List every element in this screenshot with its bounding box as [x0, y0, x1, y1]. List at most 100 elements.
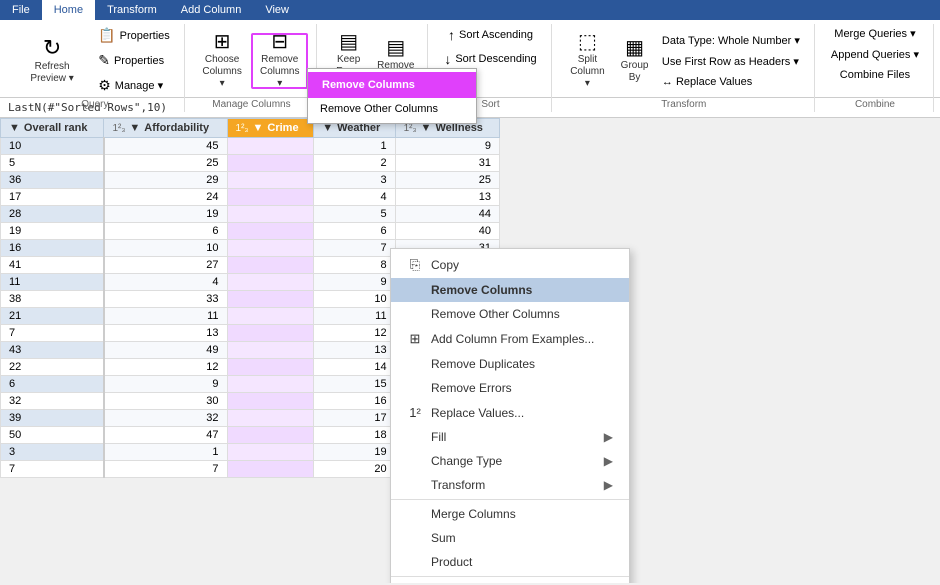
choose-columns-icon: ⊞	[214, 32, 231, 52]
manage-columns-buttons: ⊞ ChooseColumns ▾ ⊟ RemoveColumns ▾	[195, 24, 308, 97]
ribbon-tabs: File Home Transform Add Column View	[0, 0, 940, 20]
sort-asc-label: Sort Ascending	[459, 29, 533, 41]
table-row: 1724413	[1, 189, 500, 206]
properties-button[interactable]: 📋 Properties	[92, 24, 176, 47]
sort-desc-icon: ↓	[444, 51, 451, 67]
tab-home[interactable]: Home	[42, 0, 95, 20]
data-cell: 25	[395, 172, 499, 189]
col-crime-label: Crime	[267, 122, 298, 134]
properties-icon: 📋	[98, 27, 115, 44]
combine-buttons: Merge Queries ▾ Append Queries ▾ Combine…	[825, 24, 925, 97]
remove_cols-label: Remove Columns	[431, 283, 532, 297]
dropdown-remove-other-columns[interactable]: Remove Other Columns	[308, 98, 476, 120]
data-cell: 5	[314, 206, 395, 223]
ctx-item-remove_cols[interactable]: Remove Columns	[391, 278, 629, 302]
sort-asc-button[interactable]: ↑ Sort Ascending	[442, 24, 539, 46]
refresh-label: Refresh Preview ▾	[21, 61, 83, 85]
merge_cols-label: Merge Columns	[431, 507, 516, 521]
ctx-item-change_type[interactable]: Change Type▶	[391, 449, 629, 473]
ctx-item-merge_cols[interactable]: Merge Columns	[391, 499, 629, 526]
ctx-item-remove_dups[interactable]: Remove Duplicates	[391, 352, 629, 376]
append-queries-button[interactable]: Append Queries ▾	[825, 45, 925, 64]
ctx-item-copy[interactable]: ⎘Copy	[391, 252, 629, 278]
sort-desc-label: Sort Descending	[455, 53, 536, 65]
refresh-preview-button[interactable]: ↻ Refresh Preview ▾	[14, 33, 90, 89]
table-row: 525231	[1, 155, 500, 172]
data-cell: 12	[314, 325, 395, 342]
data-cell: 7	[314, 240, 395, 257]
table-row: 2819544	[1, 206, 500, 223]
data-cell	[227, 461, 314, 478]
ctx-item-transform[interactable]: Transform▶	[391, 473, 629, 497]
col-header-affordability[interactable]: 1²₃ ▼ Affordability	[104, 119, 227, 138]
rank-cell: 38	[1, 291, 104, 308]
group-by-label: GroupBy	[621, 60, 649, 84]
transform-buttons: ⬚ SplitColumn ▾ ▦ GroupBy Data Type: Who…	[562, 24, 806, 97]
ctx-item-remove_errors[interactable]: Remove Errors	[391, 376, 629, 400]
add_col_examples-label: Add Column From Examples...	[431, 332, 594, 346]
col-crime-type: 1²₃	[236, 123, 249, 134]
data-cell: 47	[104, 427, 227, 444]
data-cell: 33	[104, 291, 227, 308]
col-overall-rank-filter-icon[interactable]: ▼	[9, 122, 20, 134]
tab-view[interactable]: View	[253, 0, 301, 20]
dropdown-remove-columns[interactable]: Remove Columns	[308, 72, 476, 98]
manage-columns-group-label: Manage Columns	[212, 97, 290, 112]
first-row-headers-label: Use First Row as Headers ▾	[662, 55, 799, 68]
replace-values-button[interactable]: ↔ Replace Values	[656, 73, 806, 91]
fill-arrow: ▶	[604, 430, 613, 444]
rank-cell: 36	[1, 172, 104, 189]
col-affordability-filter-icon[interactable]: ▼	[129, 122, 140, 134]
data-cell: 25	[104, 155, 227, 172]
choose-columns-button[interactable]: ⊞ ChooseColumns ▾	[195, 33, 250, 89]
split-column-button[interactable]: ⬚ SplitColumn ▾	[562, 33, 614, 89]
ctx-item-sum[interactable]: Sum	[391, 526, 629, 550]
data-cell: 13	[314, 342, 395, 359]
tab-transform[interactable]: Transform	[95, 0, 169, 20]
sort-group-label: Sort	[481, 97, 499, 112]
ctx-item-remove_other[interactable]: Remove Other Columns	[391, 302, 629, 326]
data-cell: 44	[395, 206, 499, 223]
query-buttons: ↻ Refresh Preview ▾ 📋 Properties ✎ Prope…	[14, 24, 176, 97]
col-header-overall-rank[interactable]: ▼ Overall rank	[1, 119, 104, 138]
data-cell: 4	[104, 274, 227, 291]
rank-cell: 16	[1, 240, 104, 257]
rank-cell: 19	[1, 223, 104, 240]
manage-button[interactable]: ⚙ Manage ▾	[92, 74, 176, 97]
ctx-item-replace_vals[interactable]: 1²Replace Values...	[391, 400, 629, 425]
rank-cell: 11	[1, 274, 104, 291]
col-header-crime[interactable]: 1²₃ ▼ Crime	[227, 119, 314, 138]
col-affordability-label: Affordability	[144, 122, 209, 134]
col-crime-filter-icon[interactable]: ▼	[253, 122, 264, 134]
data-cell	[227, 342, 314, 359]
data-cell	[227, 393, 314, 410]
data-type-button[interactable]: Data Type: Whole Number ▾	[656, 31, 806, 50]
advanced-editor-button[interactable]: ✎ Properties	[92, 49, 176, 72]
tab-add-column[interactable]: Add Column	[169, 0, 254, 20]
ribbon-group-transform: ⬚ SplitColumn ▾ ▦ GroupBy Data Type: Who…	[554, 24, 815, 112]
data-cell: 45	[104, 138, 227, 155]
data-cell: 32	[104, 410, 227, 427]
ctx-item-fill[interactable]: Fill▶	[391, 425, 629, 449]
data-cell: 1	[314, 138, 395, 155]
first-row-headers-button[interactable]: Use First Row as Headers ▾	[656, 52, 806, 71]
tab-file[interactable]: File	[0, 0, 42, 20]
group-by-button[interactable]: ▦ GroupBy	[615, 33, 654, 89]
sort-desc-button[interactable]: ↓ Sort Descending	[438, 48, 542, 70]
merge-queries-button[interactable]: Merge Queries ▾	[828, 24, 921, 43]
split-column-icon: ⬚	[578, 32, 597, 52]
combine-files-button[interactable]: Combine Files	[834, 66, 916, 84]
rank-cell: 7	[1, 461, 104, 478]
remove_dups-label: Remove Duplicates	[431, 357, 535, 371]
remove-columns-button[interactable]: ⊟ RemoveColumns ▾	[251, 33, 308, 89]
replace_vals-icon: 1²	[407, 405, 423, 420]
ctx-item-add_col_examples[interactable]: ⊞Add Column From Examples...	[391, 326, 629, 352]
copy-label: Copy	[431, 258, 459, 272]
remove_other-label: Remove Other Columns	[431, 307, 560, 321]
data-cell	[227, 155, 314, 172]
data-cell	[227, 308, 314, 325]
choose-columns-label: ChooseColumns ▾	[202, 54, 243, 90]
ctx-item-group_by[interactable]: ▦Group By...	[391, 576, 629, 583]
ctx-item-product[interactable]: Product	[391, 550, 629, 574]
data-cell	[227, 189, 314, 206]
